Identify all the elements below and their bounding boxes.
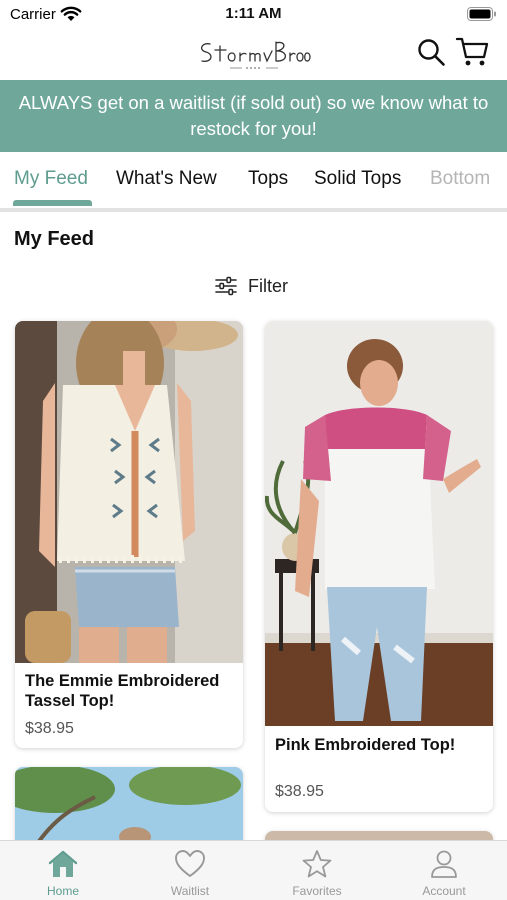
product-price: $38.95 <box>25 720 74 737</box>
nav-waitlist[interactable]: Waitlist <box>127 841 253 900</box>
product-name: Pink Embroidered Top! <box>275 736 456 754</box>
nav-home-label: Home <box>46 884 79 898</box>
tab-solid-tops[interactable]: Solid Tops <box>314 168 401 190</box>
nav-favorites[interactable]: Favorites <box>254 841 380 900</box>
brand-logo[interactable] <box>190 34 317 74</box>
nav-waitlist-label: Waitlist <box>170 884 210 898</box>
nav-favorites-label: Favorites <box>292 884 342 898</box>
filter-label: Filter <box>248 275 288 296</box>
status-bar: Carrier 1:11 AM <box>0 0 507 30</box>
tabs-divider <box>0 208 507 212</box>
heart-icon <box>175 850 205 877</box>
page-title: My Feed <box>14 228 95 250</box>
app-header <box>0 30 507 80</box>
active-tab-indicator <box>13 200 92 206</box>
star-icon <box>302 850 332 878</box>
tab-tops[interactable]: Tops <box>248 168 288 190</box>
filter-button[interactable]: Filter <box>214 273 288 299</box>
product-card[interactable]: Pink Embroidered Top! $38.95 <box>265 321 493 812</box>
nav-account[interactable]: Account <box>381 841 507 900</box>
product-image <box>15 321 243 663</box>
announcement-line-2: restock for you! <box>190 118 317 139</box>
cart-button[interactable] <box>455 36 489 68</box>
sliders-icon <box>215 276 237 296</box>
product-card[interactable]: The Emmie Embroidered Tassel Top! $38.95 <box>15 321 243 748</box>
battery-icon <box>467 7 496 21</box>
search-button[interactable] <box>416 37 446 67</box>
nav-home[interactable]: Home <box>0 841 126 900</box>
person-icon <box>431 850 457 878</box>
home-icon <box>48 850 78 877</box>
status-time: 1:11 AM <box>225 5 282 22</box>
announcement-line-1: ALWAYS get on a waitlist (if sold out) s… <box>18 92 489 113</box>
search-icon <box>418 39 445 66</box>
product-price: $38.95 <box>275 783 324 800</box>
category-tabs[interactable]: My Feed What's New Tops Solid Tops Botto… <box>0 152 507 209</box>
tab-bottoms[interactable]: Bottom <box>430 168 490 190</box>
tab-my-feed[interactable]: My Feed <box>14 168 88 190</box>
nav-account-label: Account <box>422 884 466 898</box>
product-name: The Emmie Embroidered Tassel Top! <box>25 672 220 710</box>
announcement-banner[interactable]: ALWAYS get on a waitlist (if sold out) s… <box>0 80 507 152</box>
bottom-nav: Home Waitlist Favorites Account <box>0 840 507 900</box>
tab-whats-new[interactable]: What's New <box>116 168 217 190</box>
cart-icon <box>455 37 489 66</box>
product-image <box>265 321 493 726</box>
